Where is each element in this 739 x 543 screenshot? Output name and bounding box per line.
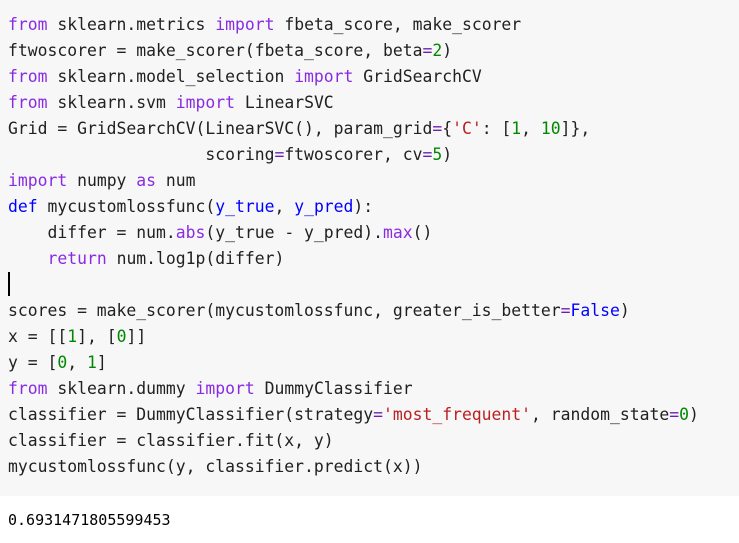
code-token: 'most_frequent'	[383, 405, 532, 424]
code-token: 5	[432, 145, 443, 164]
code-token: y_pred	[294, 197, 354, 216]
code-token: import	[175, 93, 235, 112]
code-token: DummyClassifier	[254, 379, 413, 398]
code-token: 0	[116, 327, 127, 346]
code-token: from	[8, 379, 48, 398]
code-token: 0	[679, 405, 689, 424]
code-token: ]},	[560, 119, 591, 138]
code-line: from sklearn.metrics import fbeta_score,…	[8, 12, 699, 38]
code-token: return	[47, 249, 107, 268]
code-line: y = [0, 1]	[8, 350, 699, 376]
code-token: classifier = classifier.fit(x, y)	[8, 431, 334, 450]
code-line: scoring=ftwoscorer, cv=5)	[8, 142, 699, 168]
code-token: )	[442, 145, 453, 164]
code-token: )	[619, 301, 630, 320]
code-token: mycustomlossfunc(y, classifier.predict(x…	[8, 457, 423, 476]
code-token: from	[8, 93, 48, 112]
code-line: ftwoscorer = make_scorer(fbeta_score, be…	[8, 38, 699, 64]
code-token: )	[688, 405, 699, 424]
code-token: ,	[521, 119, 541, 138]
code-token: sklearn.dummy	[47, 379, 196, 398]
text-cursor	[8, 272, 10, 296]
code-line: from sklearn.model_selection import Grid…	[8, 64, 699, 90]
code-line: def mycustomlossfunc(y_true, y_pred):	[8, 194, 699, 220]
code-token: from	[8, 67, 48, 86]
code-token: 1	[67, 327, 78, 346]
code-line: Grid = GridSearchCV(LinearSVC(), param_g…	[8, 116, 699, 142]
code-line: x = [[1], [0]]	[8, 324, 699, 350]
code-line: return num.log1p(differ)	[8, 246, 699, 272]
code-token: x = [[	[8, 327, 68, 346]
code-token: scores = make_scorer(mycustomlossfunc, g…	[8, 301, 561, 320]
code-token: {	[442, 119, 453, 138]
code-token: y = [	[8, 353, 58, 372]
code-token: =	[274, 145, 285, 164]
code-token: import	[8, 171, 68, 190]
code-line: from sklearn.dummy import DummyClassifie…	[8, 376, 699, 402]
code-token: ], [	[77, 327, 117, 346]
code-token: import	[294, 67, 354, 86]
code-token: from	[8, 15, 48, 34]
code-token: numpy	[67, 171, 137, 190]
code-line	[8, 272, 699, 298]
code-token: import	[195, 379, 255, 398]
code-token: , random_state	[531, 405, 670, 424]
code-token: =	[422, 41, 433, 60]
code-token: import	[215, 15, 275, 34]
code-token: False	[570, 301, 620, 320]
code-token: ):	[353, 197, 374, 216]
code-token: ,	[67, 353, 87, 372]
code-token: =	[373, 405, 383, 424]
code-token: ,	[274, 197, 295, 216]
code-token: num	[156, 171, 196, 190]
code-token: classifier = DummyClassifier(strategy	[8, 405, 374, 424]
code-line: scores = make_scorer(mycustomlossfunc, g…	[8, 298, 699, 324]
code-cell[interactable]: from sklearn.metrics import fbeta_score,…	[0, 0, 739, 496]
code-token: def	[8, 197, 38, 216]
code-token: 0	[57, 353, 68, 372]
code-token: Grid = GridSearchCV(LinearSVC(), param_g…	[8, 119, 433, 138]
code-line: differ = num.abs(y_true - y_pred).max()	[8, 220, 699, 246]
code-token: ]	[96, 353, 107, 372]
code-line: from sklearn.svm import LinearSVC	[8, 90, 699, 116]
code-token: ftwoscorer, cv	[284, 145, 423, 164]
code-token: 1	[86, 353, 97, 372]
code-editor[interactable]: from sklearn.metrics import fbeta_score,…	[8, 12, 699, 480]
code-token: y_true	[215, 197, 275, 216]
code-token: =	[669, 405, 680, 424]
code-token: scoring	[8, 145, 275, 164]
code-token: ftwoscorer = make_scorer(fbeta_score, be…	[8, 41, 423, 60]
code-line: classifier = classifier.fit(x, y)	[8, 428, 699, 454]
code-line: classifier = DummyClassifier(strategy='m…	[8, 402, 699, 428]
code-token: =	[422, 145, 433, 164]
code-token: fbeta_score, make_scorer	[274, 15, 522, 34]
code-token: 1	[511, 119, 522, 138]
code-token: =	[432, 119, 443, 138]
code-token: : [	[481, 119, 512, 138]
code-token: =	[560, 301, 571, 320]
code-token: sklearn.model_selection	[47, 67, 295, 86]
code-token: 10	[540, 119, 561, 138]
code-line: import numpy as num	[8, 168, 699, 194]
code-token: mycustomlossfunc(	[37, 197, 216, 216]
code-line: mycustomlossfunc(y, classifier.predict(x…	[8, 454, 699, 480]
code-token: as	[136, 171, 157, 190]
code-token: sklearn.metrics	[47, 15, 216, 34]
code-token: max	[383, 223, 413, 242]
code-token: )	[442, 41, 453, 60]
code-token: (y_true - y_pred).	[205, 223, 383, 242]
code-token: GridSearchCV	[353, 67, 482, 86]
code-token: ]]	[126, 327, 147, 346]
cell-output: 0.6931471805599453	[8, 511, 171, 529]
code-token: differ = num.	[8, 223, 176, 242]
code-token: num.log1p(differ)	[106, 249, 285, 268]
code-token: ()	[412, 223, 433, 242]
code-token: sklearn.svm	[47, 93, 176, 112]
code-token: 'C'	[452, 119, 482, 138]
code-token: LinearSVC	[235, 93, 334, 112]
code-token: 2	[432, 41, 443, 60]
code-token: abs	[175, 223, 206, 242]
